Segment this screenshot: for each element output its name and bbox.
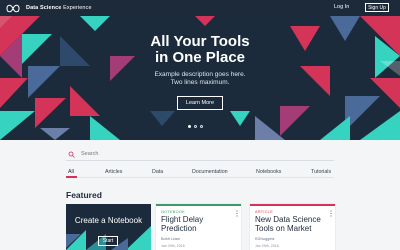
hero-banner: All Your Tools in One Place Example desc… xyxy=(0,16,400,140)
card-title: Flight Delay Prediction xyxy=(161,215,204,233)
tab-data[interactable]: Data xyxy=(152,169,163,175)
carousel-indicator xyxy=(188,125,203,128)
login-link[interactable]: Log In xyxy=(334,4,349,10)
hero-title: All Your Tools in One Place xyxy=(150,33,250,66)
notebook-card-title: Create a Notebook xyxy=(74,216,143,225)
signup-button[interactable]: Sign Up xyxy=(365,3,389,12)
featured-heading: Featured xyxy=(66,190,102,200)
search-icon xyxy=(68,151,75,158)
learn-more-button[interactable]: Learn More xyxy=(176,96,224,110)
brand-name: Data Science Experience xyxy=(26,5,92,11)
carousel-dot[interactable] xyxy=(188,125,191,128)
hero-description: Example description goes here. Two lines… xyxy=(154,71,246,86)
kebab-menu-icon[interactable] xyxy=(236,210,238,217)
category-tabs: All Articles Data Documentation Notebook… xyxy=(66,165,334,178)
tab-notebooks[interactable]: Notebooks xyxy=(256,169,281,175)
card-title: New Data Science Tools on Market xyxy=(255,215,321,233)
brand[interactable]: Data Science Experience xyxy=(6,4,92,13)
infinity-logo-icon xyxy=(6,4,20,12)
tab-all[interactable]: All xyxy=(68,169,74,175)
start-notebook-button[interactable]: Start xyxy=(98,236,118,246)
tab-documentation[interactable]: Documentation xyxy=(192,169,228,175)
search-bar xyxy=(66,148,334,161)
card-author: KDNuggets xyxy=(255,237,275,241)
card-author: Bobit Leam xyxy=(161,237,181,241)
carousel-dot[interactable] xyxy=(200,125,203,128)
carousel-dot[interactable] xyxy=(194,125,197,128)
hero-content: All Your Tools in One Place Example desc… xyxy=(110,34,290,110)
search-input[interactable] xyxy=(79,150,323,158)
card-date: Jan 29th, 2016 xyxy=(161,244,185,248)
card-date: Jan 29th, 2016 xyxy=(255,244,279,248)
kebab-menu-icon[interactable] xyxy=(330,210,332,217)
tab-tutorials[interactable]: Tutorials xyxy=(311,169,331,175)
card-type-label: ARTICLE xyxy=(255,210,274,214)
featured-card-flight-delay[interactable]: NOTEBOOK Flight Delay Prediction Bobit L… xyxy=(156,204,241,250)
active-tab-indicator xyxy=(66,176,77,178)
top-navigation-bar: Data Science Experience Log In Sign Up xyxy=(0,0,400,16)
card-type-label: NOTEBOOK xyxy=(161,210,185,214)
tab-articles[interactable]: Articles xyxy=(105,169,122,175)
featured-card-new-tools[interactable]: ARTICLE New Data Science Tools on Market… xyxy=(250,204,335,250)
